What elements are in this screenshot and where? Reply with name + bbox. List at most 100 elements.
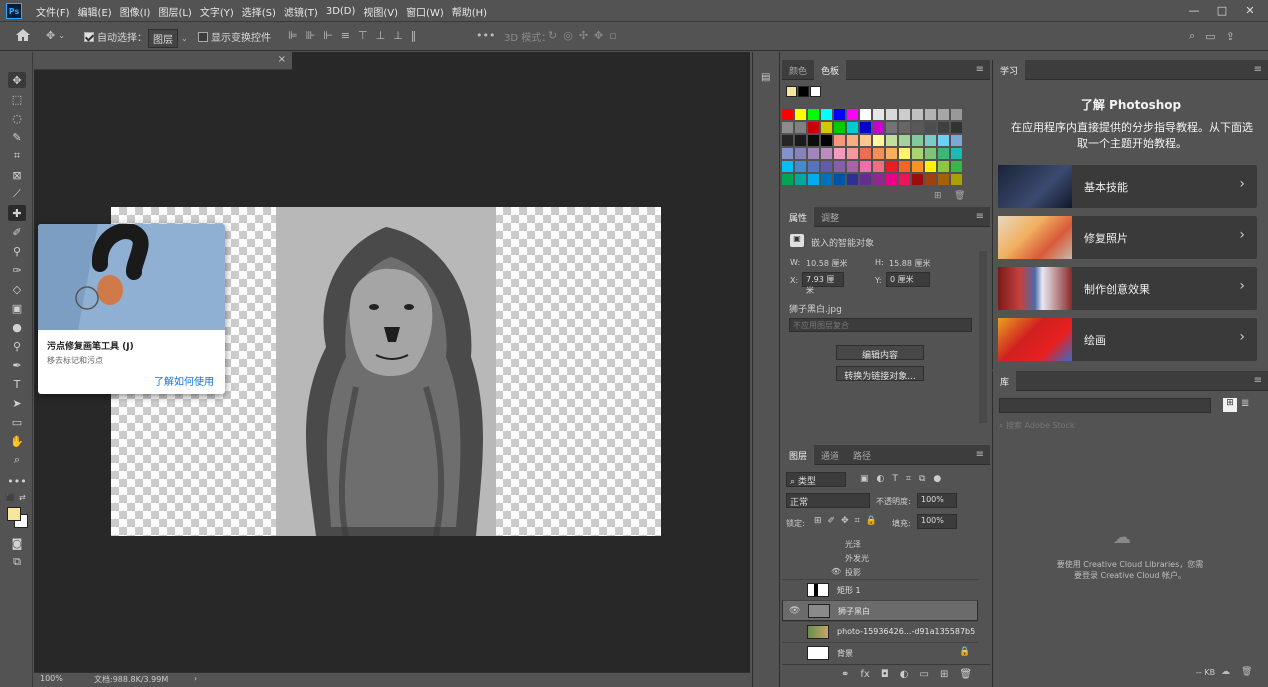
panel-menu-icon[interactable]: ≡: [1254, 375, 1262, 386]
library-select[interactable]: [999, 398, 1211, 413]
color-swatch[interactable]: [912, 122, 923, 133]
color-swatch[interactable]: [886, 148, 897, 159]
align-center-icon[interactable]: ⊪: [306, 29, 316, 42]
close-tab-icon[interactable]: ×: [278, 54, 286, 65]
color-swatch[interactable]: [899, 174, 910, 185]
color-swatch[interactable]: [821, 109, 832, 120]
layer-row[interactable]: photo-15936426...-d91a135587b5: [782, 621, 978, 642]
color-swatch[interactable]: [821, 161, 832, 172]
marquee-tool-icon[interactable]: ⬚: [8, 91, 26, 107]
learn-card-creative-effects[interactable]: 制作创意效果 ›: [998, 267, 1257, 310]
document-tab[interactable]: ×: [34, 52, 292, 70]
color-swatch[interactable]: [860, 109, 871, 120]
filter-shape-icon[interactable]: ⌗: [906, 474, 911, 484]
color-swatch[interactable]: [834, 174, 845, 185]
color-swatch[interactable]: [925, 148, 936, 159]
recent-swatch[interactable]: [810, 86, 821, 97]
color-swatch[interactable]: [925, 174, 936, 185]
dodge-tool-icon[interactable]: ⚲: [8, 338, 26, 354]
align-left-icon[interactable]: ⊫: [288, 29, 298, 42]
foreground-color-swatch[interactable]: [7, 507, 21, 521]
group-icon[interactable]: ▭: [920, 669, 929, 687]
panel-menu-icon[interactable]: ≡: [976, 64, 984, 75]
panel-menu-icon[interactable]: ≡: [976, 449, 984, 460]
color-swatch[interactable]: [847, 174, 858, 185]
filter-toggle-icon[interactable]: ●: [933, 474, 941, 484]
scale-3d-icon[interactable]: ▫: [609, 29, 616, 42]
lock-position-icon[interactable]: ✥: [841, 516, 849, 526]
filter-adjustment-icon[interactable]: ◐: [877, 474, 885, 484]
learn-card-fix-photo[interactable]: 修复照片 ›: [998, 216, 1257, 259]
color-swatch[interactable]: [951, 135, 962, 146]
color-swatch[interactable]: [925, 122, 936, 133]
distribute-vertical-icon[interactable]: ‖: [411, 29, 417, 42]
layer-comp-select[interactable]: 不应用图层复合: [789, 318, 972, 332]
color-swatch[interactable]: [834, 122, 845, 133]
history-brush-icon[interactable]: ✑: [8, 262, 26, 278]
panel-menu-icon[interactable]: ≡: [976, 211, 984, 222]
learn-card-painting[interactable]: 绘画 ›: [998, 318, 1257, 361]
eyedropper-tool-icon[interactable]: ⟋: [8, 186, 26, 202]
delete-layer-icon[interactable]: 🗑: [959, 669, 972, 687]
filter-smart-icon[interactable]: ⧉: [919, 474, 925, 484]
opacity-field[interactable]: 100%: [917, 493, 957, 508]
filter-pixel-icon[interactable]: ▣: [860, 474, 869, 484]
color-swatch[interactable]: [899, 161, 910, 172]
tab-layers[interactable]: 图层: [782, 445, 815, 465]
color-swatch[interactable]: [821, 148, 832, 159]
search-icon[interactable]: ⌕: [1189, 29, 1195, 43]
hand-tool-icon[interactable]: ✋: [8, 433, 26, 449]
properties-scrollbar[interactable]: [979, 251, 987, 423]
move-tool-preset-icon[interactable]: ✥ ⌄: [46, 29, 65, 42]
color-swatch[interactable]: [899, 109, 910, 120]
color-swatch[interactable]: [886, 122, 897, 133]
color-swatch[interactable]: [912, 174, 923, 185]
blur-tool-icon[interactable]: ●: [8, 319, 26, 335]
orbit-3d-icon[interactable]: ↻: [548, 29, 557, 42]
effect-visibility-icon[interactable]: 👁: [831, 567, 841, 576]
roll-3d-icon[interactable]: ◎: [563, 29, 573, 42]
color-swatch[interactable]: [873, 148, 884, 159]
adjustment-layer-icon[interactable]: ◐: [900, 669, 909, 687]
align-top-icon[interactable]: ⊤: [358, 29, 368, 42]
color-swatch[interactable]: [886, 135, 897, 146]
tab-color[interactable]: 颜色: [789, 64, 807, 77]
visibility-toggle[interactable]: [788, 585, 798, 595]
y-field[interactable]: 0 厘米: [886, 272, 930, 287]
menu-3d[interactable]: 3D(D): [326, 6, 356, 17]
color-swatch[interactable]: [782, 135, 793, 146]
menu-image[interactable]: 图像(I): [120, 4, 151, 19]
rectangle-tool-icon[interactable]: ▭: [8, 414, 26, 430]
color-swatch[interactable]: [873, 122, 884, 133]
color-swatch[interactable]: [808, 135, 819, 146]
cloud-sync-icon[interactable]: ☁: [1221, 667, 1230, 677]
color-swatch[interactable]: [795, 174, 806, 185]
color-swatch[interactable]: [951, 122, 962, 133]
color-swatch[interactable]: [782, 174, 793, 185]
color-swatch[interactable]: [808, 161, 819, 172]
lock-transparent-icon[interactable]: ⊞: [814, 516, 822, 526]
color-swatch[interactable]: [834, 161, 845, 172]
x-field[interactable]: 7.93 厘米: [802, 272, 844, 295]
color-swatch[interactable]: [951, 109, 962, 120]
effect-satin[interactable]: 光泽: [845, 539, 861, 550]
color-swatch[interactable]: [847, 122, 858, 133]
tab-adjustments[interactable]: 调整: [821, 211, 839, 224]
maximize-button[interactable]: □: [1210, 2, 1234, 19]
color-swatch[interactable]: [782, 148, 793, 159]
color-swatch[interactable]: [834, 135, 845, 146]
show-transform-checkbox[interactable]: 显示变换控件: [198, 29, 271, 44]
menu-window[interactable]: 窗口(W): [406, 4, 444, 19]
grid-view-icon[interactable]: ⊞: [1223, 398, 1237, 412]
screen-mode-icon[interactable]: ⧉: [8, 554, 26, 570]
tab-learn[interactable]: 学习: [993, 60, 1026, 80]
zoom-level[interactable]: 100%: [40, 674, 63, 683]
default-colors-icon[interactable]: ⬛: [6, 494, 16, 502]
color-swatch[interactable]: [886, 161, 897, 172]
frame-tool-icon[interactable]: ⊠: [8, 167, 26, 183]
color-swatch[interactable]: [886, 174, 897, 185]
color-swatch[interactable]: [886, 109, 897, 120]
menu-type[interactable]: 文字(Y): [200, 4, 234, 19]
h-value[interactable]: 15.88 厘米: [889, 258, 930, 269]
layer-row[interactable]: 👁 狮子黑白: [782, 600, 978, 621]
